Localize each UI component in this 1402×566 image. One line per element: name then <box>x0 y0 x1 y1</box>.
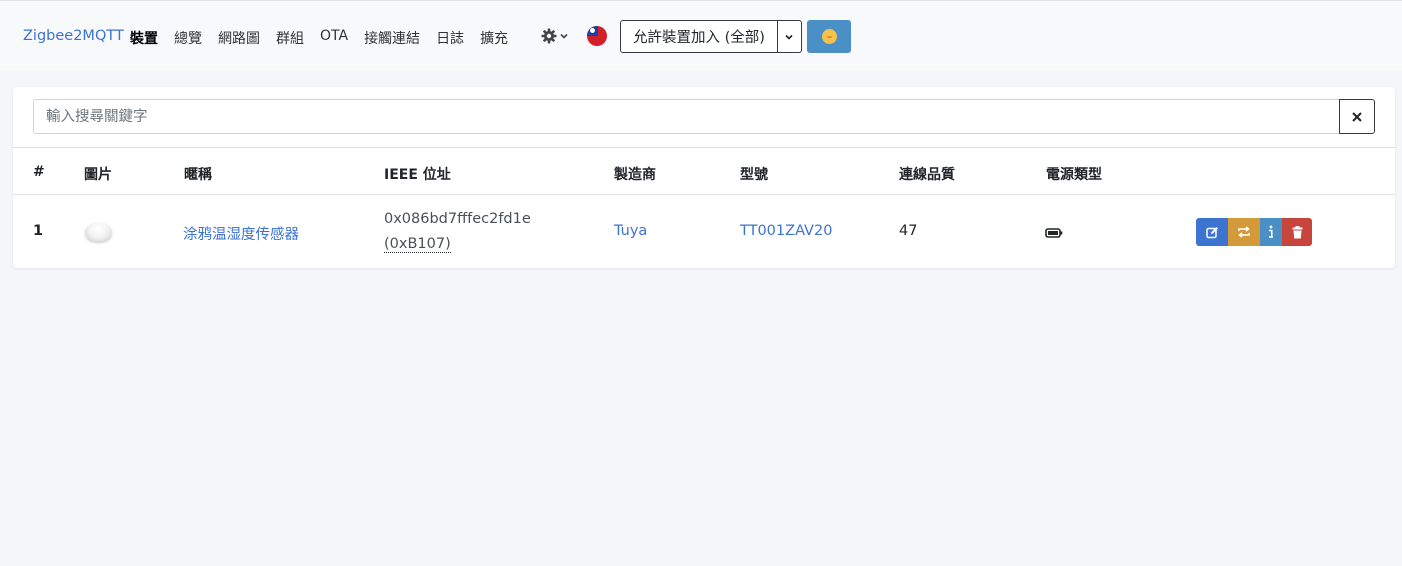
nav-link-extensions[interactable]: 擴充 <box>480 28 508 48</box>
device-model-link[interactable]: TT001ZAV20 <box>740 223 832 239</box>
device-network-address: (0xB107) <box>384 236 451 253</box>
battery-icon <box>1045 226 1063 242</box>
reconfigure-device-button[interactable] <box>1228 218 1260 246</box>
theme-toggle-button[interactable] <box>807 20 851 53</box>
row-index: 1 <box>33 223 44 239</box>
chevron-down-icon <box>785 34 794 40</box>
device-manufacturer-link[interactable]: Tuya <box>614 223 647 239</box>
device-info-button[interactable] <box>1260 218 1282 246</box>
delete-device-button[interactable] <box>1282 218 1312 246</box>
permit-join-button[interactable]: 允許裝置加入 (全部) <box>620 20 778 53</box>
nav-link-dashboard[interactable]: 總覽 <box>174 28 202 48</box>
brand-link[interactable]: Zigbee2MQTT <box>23 28 124 44</box>
device-ieee-address: 0x086bd7fffec2fd1e <box>384 211 531 227</box>
permit-join-group: 允許裝置加入 (全部) <box>620 20 802 53</box>
nav-links: 裝置 總覽 網路圖 群組 OTA 接觸連結 日誌 擴充 <box>130 28 524 48</box>
search-input[interactable] <box>33 99 1339 134</box>
nav-link-ota[interactable]: OTA <box>320 28 348 48</box>
chevron-down-icon <box>560 33 568 39</box>
column-header-model[interactable]: 型號 <box>740 164 768 184</box>
gear-icon <box>541 28 557 44</box>
device-lqi: 47 <box>899 223 918 239</box>
clear-search-button[interactable] <box>1339 99 1375 134</box>
nav-link-logs[interactable]: 日誌 <box>436 28 464 48</box>
column-header-index[interactable]: # <box>33 164 45 180</box>
nav-link-devices[interactable]: 裝置 <box>130 28 158 48</box>
column-header-image: 圖片 <box>84 167 112 183</box>
column-header-nickname[interactable]: 暱稱 <box>184 164 212 184</box>
reconfigure-icon <box>1238 226 1250 238</box>
nav-link-groups[interactable]: 群組 <box>276 28 304 48</box>
device-nickname-link[interactable]: 涂鸦温湿度传感器 <box>183 223 299 244</box>
taiwan-flag-icon[interactable] <box>587 26 607 46</box>
edit-icon <box>1205 226 1218 238</box>
column-header-ieee[interactable]: IEEE 位址 <box>384 164 451 184</box>
devices-card: # 圖片 暱稱 IEEE 位址 製造商 型號 連線品質 電源類型 1 涂鸦温湿度… <box>13 87 1395 268</box>
trash-icon <box>1292 225 1302 238</box>
column-header-power[interactable]: 電源類型 <box>1046 164 1102 184</box>
column-header-manufacturer[interactable]: 製造商 <box>614 164 656 184</box>
settings-dropdown[interactable] <box>541 28 569 44</box>
nav-link-network-map[interactable]: 網路圖 <box>218 28 260 48</box>
device-image <box>85 222 112 241</box>
rename-device-button[interactable] <box>1196 218 1228 246</box>
moon-face-icon <box>821 29 837 44</box>
row-actions <box>1196 218 1312 246</box>
table-row: 1 涂鸦温湿度传感器 0x086bd7fffec2fd1e (0xB107) T… <box>13 195 1395 268</box>
info-icon <box>1269 225 1273 238</box>
nav-link-touchlink[interactable]: 接觸連結 <box>364 28 420 48</box>
permit-join-dropdown-toggle[interactable] <box>777 20 802 53</box>
close-icon <box>1352 111 1362 122</box>
table-header: # 圖片 暱稱 IEEE 位址 製造商 型號 連線品質 電源類型 <box>13 147 1395 195</box>
top-navbar: Zigbee2MQTT 裝置 總覽 網路圖 群組 OTA 接觸連結 日誌 擴充 <box>0 1 1402 71</box>
column-header-lqi[interactable]: 連線品質 <box>899 164 955 184</box>
